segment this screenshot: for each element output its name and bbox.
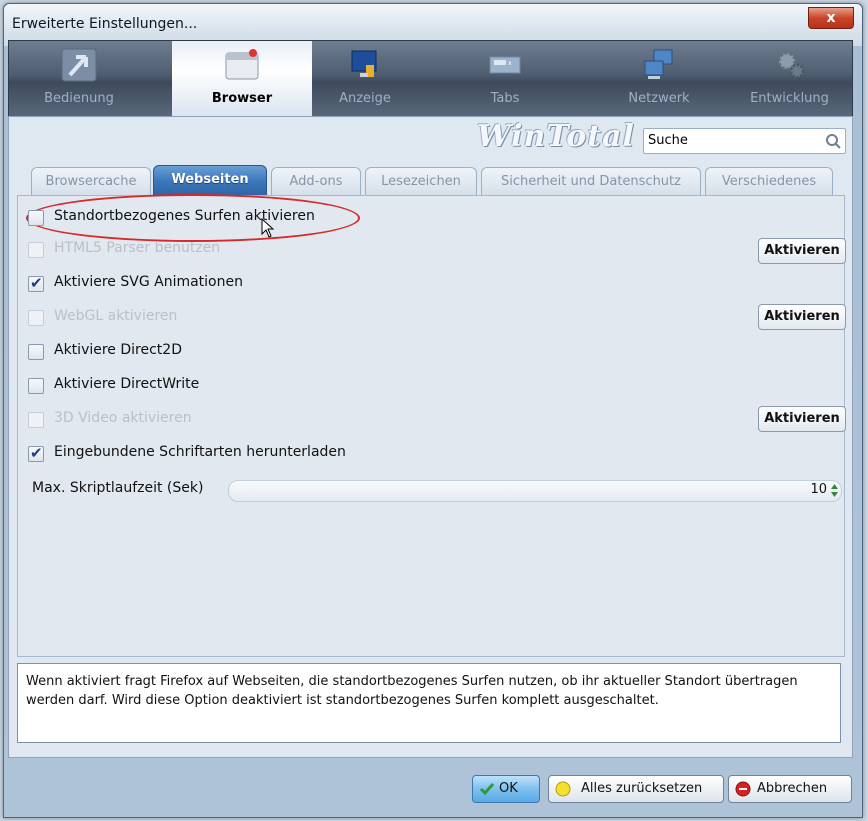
option-label: Aktiviere SVG Animationen (54, 274, 243, 290)
checkmark-icon (479, 783, 495, 796)
option-label: 3D Video aktivieren (54, 410, 192, 426)
option-description: Wenn aktiviert fragt Firefox auf Webseit… (17, 663, 841, 743)
option-row-web-fonts[interactable]: ✔ Eingebundene Schriftarten herunterlade… (28, 442, 844, 466)
maintab-label: Bedienung (44, 91, 114, 106)
maintab-browser[interactable]: Browser (172, 41, 312, 116)
monitor-paint-icon (351, 50, 377, 77)
maintab-anzeige[interactable]: Anzeige (295, 41, 435, 116)
settings-panel: WinTotal Browsercache Webseiten Add-ons … (8, 116, 853, 758)
option-row-direct2d[interactable]: Aktiviere Direct2D (28, 340, 844, 364)
tab-add-ons[interactable]: Add-ons (271, 167, 361, 196)
tab-sicherheit-datenschutz[interactable]: Sicherheit und Datenschutz (481, 167, 701, 196)
stop-circle-icon (735, 781, 751, 797)
option-row-geolocation[interactable]: Standortbezogenes Surfen aktivieren (26, 194, 844, 242)
subtab-bar: Browsercache Webseiten Add-ons Lesezeich… (31, 165, 851, 196)
geolocation-checkbox[interactable] (28, 210, 44, 226)
mouse-cursor-icon (261, 218, 275, 238)
direct2d-checkbox[interactable] (28, 344, 44, 360)
option-label: WebGL aktivieren (54, 308, 178, 324)
pointer-arrow-icon (61, 48, 97, 82)
search-input[interactable] (644, 129, 822, 152)
maintab-bedienung[interactable]: Bedienung (9, 41, 149, 116)
ok-button[interactable]: OK (472, 775, 540, 803)
ok-label: OK (499, 781, 518, 796)
maintab-label: Tabs (490, 91, 520, 106)
directwrite-checkbox[interactable] (28, 378, 44, 394)
maintab-tabs[interactable]: x Tabs (435, 41, 575, 116)
option-row-3d-video[interactable]: 3D Video aktivieren Aktivieren (28, 406, 846, 432)
html5-parser-checkbox[interactable] (28, 242, 44, 258)
browser-window-icon (225, 49, 259, 80)
reset-all-button[interactable]: Alles zurücksetzen (548, 775, 724, 803)
spinner-arrows-icon[interactable] (830, 483, 839, 498)
option-label: Aktiviere DirectWrite (54, 376, 200, 392)
wintotal-logo: WinTotal (477, 119, 635, 154)
option-label: Aktiviere Direct2D (54, 342, 182, 358)
script-time-label: Max. Skriptlaufzeit (Sek) (32, 480, 204, 496)
maintab-label: Browser (211, 91, 273, 106)
option-row-webgl[interactable]: WebGL aktivieren Aktivieren (28, 304, 846, 330)
option-label: Standortbezogenes Surfen aktivieren (54, 208, 315, 224)
script-time-value: 10 (810, 482, 827, 497)
gears-icon (777, 51, 804, 79)
tabs-window-icon: x (489, 56, 521, 74)
option-row-svg-animation[interactable]: ✔ Aktiviere SVG Animationen (28, 272, 844, 296)
window-title: Erweiterte Einstellungen... (12, 16, 198, 32)
option-row-directwrite[interactable]: Aktiviere DirectWrite (28, 374, 844, 398)
tab-lesezeichen[interactable]: Lesezeichen (365, 167, 477, 196)
cancel-label: Abbrechen (757, 781, 828, 796)
webseiten-options: Standortbezogenes Surfen aktivieren HTML… (17, 194, 846, 657)
activate-webgl-button[interactable]: Aktivieren (758, 304, 846, 330)
search-box[interactable] (643, 128, 846, 154)
web-fonts-checkbox[interactable]: ✔ (28, 444, 44, 462)
checkmark-icon: ✔ (30, 444, 43, 462)
search-icon[interactable] (825, 133, 841, 149)
svg-animation-checkbox[interactable]: ✔ (28, 274, 44, 292)
maintab-netzwerk[interactable]: Netzwerk (589, 41, 729, 116)
yellow-circle-icon (555, 781, 571, 797)
tab-verschiedenes[interactable]: Verschiedenes (705, 167, 833, 196)
reset-label: Alles zurücksetzen (581, 781, 703, 796)
maintab-label: Netzwerk (628, 91, 690, 106)
activate-3d-video-button[interactable]: Aktivieren (758, 406, 846, 432)
maintab-entwicklung[interactable]: Entwicklung (727, 41, 852, 116)
maintab-label: Anzeige (339, 91, 391, 106)
tab-webseiten[interactable]: Webseiten (153, 165, 267, 196)
activate-html5-button[interactable]: Aktivieren (758, 238, 846, 264)
webgl-checkbox[interactable] (28, 310, 44, 326)
brand-bar: WinTotal (9, 117, 852, 157)
option-row-html5-parser[interactable]: HTML5 Parser benutzen Aktivieren (28, 238, 846, 264)
maintab-label: Entwicklung (750, 91, 829, 106)
3d-video-checkbox[interactable] (28, 412, 44, 428)
checkmark-icon: ✔ (30, 274, 43, 292)
close-button[interactable]: x (808, 7, 854, 29)
script-time-row: Max. Skriptlaufzeit (Sek) 10 (32, 478, 844, 502)
script-time-slider[interactable]: 10 (228, 480, 842, 502)
svg-text:x: x (508, 60, 512, 67)
cancel-button[interactable]: Abbrechen (728, 775, 852, 803)
tab-browsercache[interactable]: Browsercache (31, 167, 151, 196)
option-label: HTML5 Parser benutzen (54, 240, 221, 256)
option-label: Eingebundene Schriftarten herunterladen (54, 444, 346, 460)
network-computers-icon (644, 49, 673, 79)
category-toolbar: Bedienung Browser Anzeige x Tabs Netzwer… (8, 40, 853, 117)
